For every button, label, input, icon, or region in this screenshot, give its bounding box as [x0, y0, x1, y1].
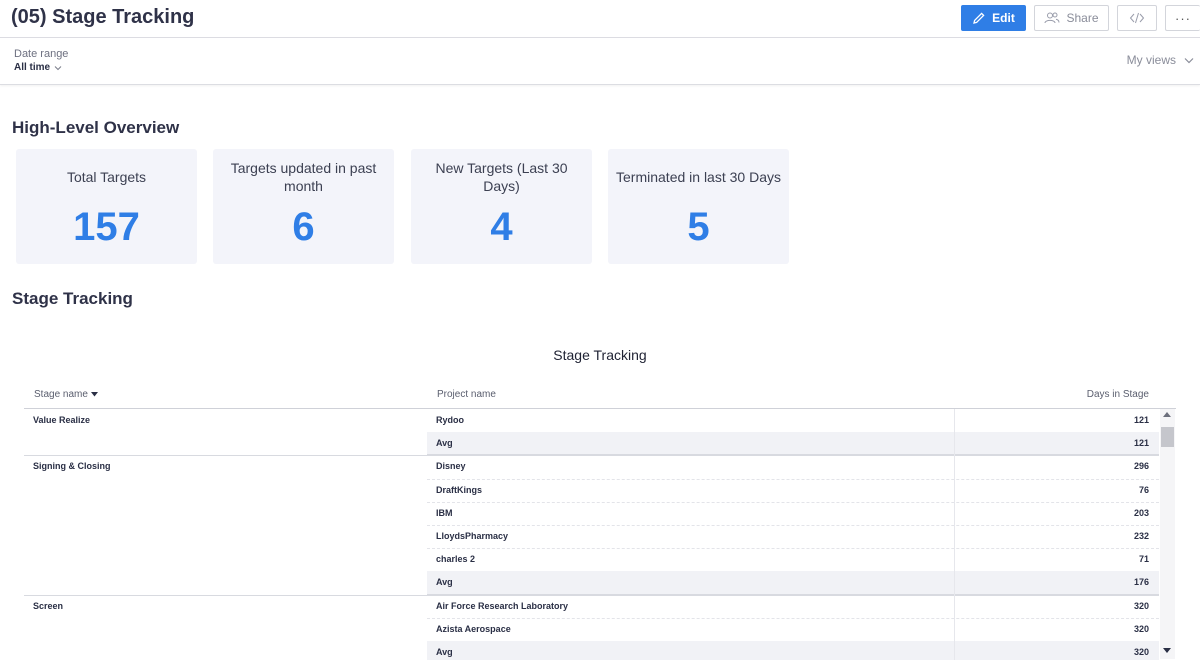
- table-row[interactable]: Screen Air Force Research Laboratory 320: [24, 594, 1159, 619]
- embed-code-button[interactable]: [1117, 5, 1157, 31]
- users-icon: [1044, 12, 1060, 24]
- kpi-label: Targets updated in past month: [230, 160, 377, 194]
- table-row[interactable]: IBM 203: [24, 501, 1159, 527]
- average-row-background: [427, 571, 1159, 595]
- kpi-total-targets[interactable]: Total Targets 157: [16, 149, 197, 264]
- kpi-terminated[interactable]: Terminated in last 30 Days 5: [608, 149, 789, 264]
- project-name-cell: Avg: [436, 438, 453, 449]
- table-scrollbar[interactable]: [1160, 409, 1175, 659]
- kpi-new-targets[interactable]: New Targets (Last 30 Days) 4: [411, 149, 592, 264]
- column-divider: [954, 594, 955, 618]
- days-in-stage-cell: 232: [1133, 530, 1149, 541]
- stage-name-cell: Signing & Closing: [33, 461, 111, 472]
- stage-name-cell: Screen: [33, 600, 64, 611]
- table-row[interactable]: Azista Aerospace 320: [24, 617, 1159, 643]
- days-in-stage-cell: 296: [1133, 461, 1149, 472]
- kpi-targets-updated[interactable]: Targets updated in past month 6: [213, 149, 394, 264]
- kpi-label: New Targets (Last 30 Days): [435, 160, 568, 194]
- column-header-label: Stage name: [34, 389, 88, 400]
- kpi-label: Terminated in last 30 Days: [616, 169, 781, 185]
- project-name-cell: Azista Aerospace: [436, 623, 511, 634]
- project-name-cell: Air Force Research Laboratory: [436, 600, 569, 611]
- project-name-cell: DraftKings: [436, 484, 483, 495]
- code-icon: [1129, 12, 1145, 24]
- days-in-stage-cell: 76: [1138, 484, 1149, 495]
- average-row-background: [427, 432, 1159, 456]
- average-row-background: [427, 640, 1159, 660]
- table-row[interactable]: LloydsPharmacy 232: [24, 524, 1159, 550]
- project-name-cell: Avg: [436, 646, 453, 657]
- edit-button[interactable]: Edit: [961, 5, 1026, 31]
- kpi-value: 157: [73, 205, 140, 249]
- kpi-value: 4: [490, 205, 513, 249]
- share-button-label: Share: [1066, 11, 1099, 25]
- my-views-label: My views: [1126, 53, 1176, 67]
- chevron-down-icon: [54, 65, 62, 70]
- days-in-stage-cell: 320: [1133, 623, 1149, 634]
- days-in-stage-cell: 203: [1133, 507, 1149, 518]
- kpi-label: Total Targets: [66, 169, 147, 185]
- column-header-days[interactable]: Days in Stage: [1087, 389, 1149, 400]
- overview-section-title: High-Level Overview: [12, 118, 180, 137]
- more-options-button[interactable]: ···: [1165, 5, 1200, 31]
- column-header-stage[interactable]: Stage name: [34, 389, 98, 400]
- table-title: Stage Tracking: [553, 347, 647, 363]
- table-body: Value Realize Rydoo 121 Avg 121 Signing & Clo…: [24, 409, 1159, 660]
- days-in-stage-cell: 121: [1133, 438, 1149, 449]
- page-title: (05) Stage Tracking: [11, 6, 195, 28]
- days-in-stage-cell: 71: [1138, 554, 1149, 565]
- column-divider: [954, 501, 955, 525]
- stage-section-title: Stage Tracking: [12, 289, 133, 308]
- chevron-down-icon: [1184, 57, 1194, 63]
- column-divider: [954, 478, 955, 502]
- pencil-icon: [973, 12, 985, 24]
- table-row-average[interactable]: Avg 176: [24, 571, 1159, 596]
- column-header-project[interactable]: Project name: [437, 389, 496, 400]
- dashboard-header: (05) Stage Tracking Edit Share ···: [0, 0, 1200, 38]
- my-views-dropdown[interactable]: My views: [1127, 53, 1194, 67]
- project-name-cell: charles 2: [436, 554, 476, 565]
- project-name-cell: Avg: [436, 577, 453, 588]
- share-button[interactable]: Share: [1034, 5, 1109, 31]
- column-divider: [954, 455, 955, 479]
- ellipsis-icon: ···: [1175, 10, 1191, 26]
- days-in-stage-cell: 121: [1133, 415, 1149, 425]
- sort-desc-icon: [90, 392, 98, 397]
- column-divider: [954, 617, 955, 641]
- filter-bar: Date range All time My views: [0, 38, 1200, 85]
- column-divider: [954, 524, 955, 549]
- date-range-dropdown[interactable]: All time: [14, 62, 62, 73]
- table-row[interactable]: DraftKings 76: [24, 478, 1159, 503]
- scroll-thumb[interactable]: [1161, 427, 1174, 447]
- project-name-cell: IBM: [436, 507, 453, 518]
- column-divider: [954, 640, 955, 660]
- column-divider: [954, 409, 955, 433]
- table-row-average[interactable]: Avg 320: [24, 640, 1159, 660]
- days-in-stage-cell: 320: [1133, 646, 1149, 657]
- edit-button-label: Edit: [992, 11, 1015, 25]
- scroll-down-arrow-icon[interactable]: [1163, 648, 1171, 653]
- date-range-value: All time: [14, 62, 51, 73]
- table-row[interactable]: charles 2 71: [24, 548, 1159, 573]
- kpi-value: 6: [292, 205, 315, 249]
- table-row-average[interactable]: Avg 121: [24, 432, 1159, 457]
- stage-name-cell: Value Realize: [33, 415, 91, 425]
- kpi-value: 5: [687, 205, 710, 249]
- project-name-cell: LloydsPharmacy: [436, 530, 509, 541]
- project-name-cell: Disney: [436, 461, 466, 472]
- column-divider: [954, 571, 955, 595]
- project-name-cell: Rydoo: [436, 415, 464, 425]
- scroll-up-arrow-icon[interactable]: [1163, 412, 1171, 417]
- column-divider: [954, 432, 955, 456]
- table-row[interactable]: Value Realize Rydoo 121: [24, 409, 1159, 434]
- date-range-label: Date range: [14, 48, 69, 60]
- column-divider: [954, 548, 955, 572]
- table-row[interactable]: Signing & Closing Disney 296: [24, 455, 1159, 480]
- days-in-stage-cell: 320: [1133, 600, 1149, 611]
- days-in-stage-cell: 176: [1133, 577, 1149, 588]
